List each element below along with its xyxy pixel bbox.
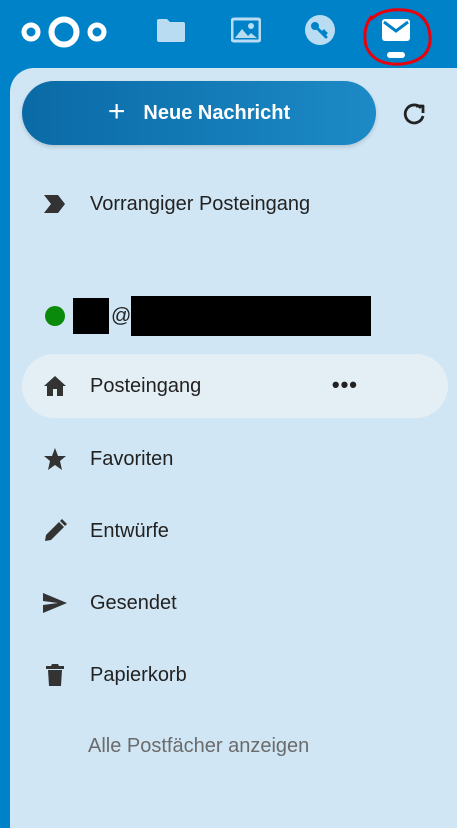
- refresh-icon[interactable]: [400, 100, 428, 128]
- online-status-dot: [45, 306, 65, 326]
- mailbox-label: Entwürfe: [90, 519, 169, 542]
- home-icon: [42, 373, 68, 399]
- account-row[interactable]: @: [45, 296, 372, 336]
- mailbox-inbox[interactable]: Posteingang •••: [22, 354, 448, 418]
- priority-inbox-label: Vorrangiger Posteingang: [90, 192, 311, 215]
- new-message-button[interactable]: + Neue Nachricht: [22, 81, 376, 145]
- pencil-icon: [42, 518, 68, 544]
- redacted-username: [73, 298, 109, 334]
- files-icon[interactable]: [155, 14, 187, 46]
- passwords-icon[interactable]: [304, 14, 336, 46]
- trash-icon: [42, 662, 68, 688]
- top-app-bar: [0, 0, 457, 70]
- redacted-domain: [131, 296, 372, 336]
- at-sign: @: [111, 304, 132, 327]
- star-icon: [42, 446, 68, 472]
- red-highlight-circle: [363, 8, 432, 66]
- mailbox-label: Posteingang: [90, 374, 202, 397]
- mailbox-sent[interactable]: Gesendet: [22, 571, 448, 635]
- mailbox-drafts[interactable]: Entwürfe: [22, 499, 448, 563]
- new-message-label: Neue Nachricht: [143, 101, 291, 124]
- plus-icon: +: [107, 95, 126, 128]
- photos-icon[interactable]: [230, 14, 262, 46]
- mailbox-label: Favoriten: [90, 447, 174, 470]
- mailbox-label: Papierkorb: [90, 663, 187, 686]
- nextcloud-logo[interactable]: [18, 14, 110, 50]
- priority-label-icon: [42, 191, 68, 217]
- priority-inbox-item[interactable]: Vorrangiger Posteingang: [22, 172, 448, 236]
- more-actions-button[interactable]: •••: [332, 372, 358, 398]
- mailbox-label: Gesendet: [90, 591, 177, 614]
- mailbox-favorites[interactable]: Favoriten: [22, 427, 448, 491]
- send-icon: [42, 590, 68, 616]
- show-all-mailboxes-link[interactable]: Alle Postfächer anzeigen: [88, 735, 309, 758]
- mailbox-trash[interactable]: Papierkorb: [22, 643, 448, 707]
